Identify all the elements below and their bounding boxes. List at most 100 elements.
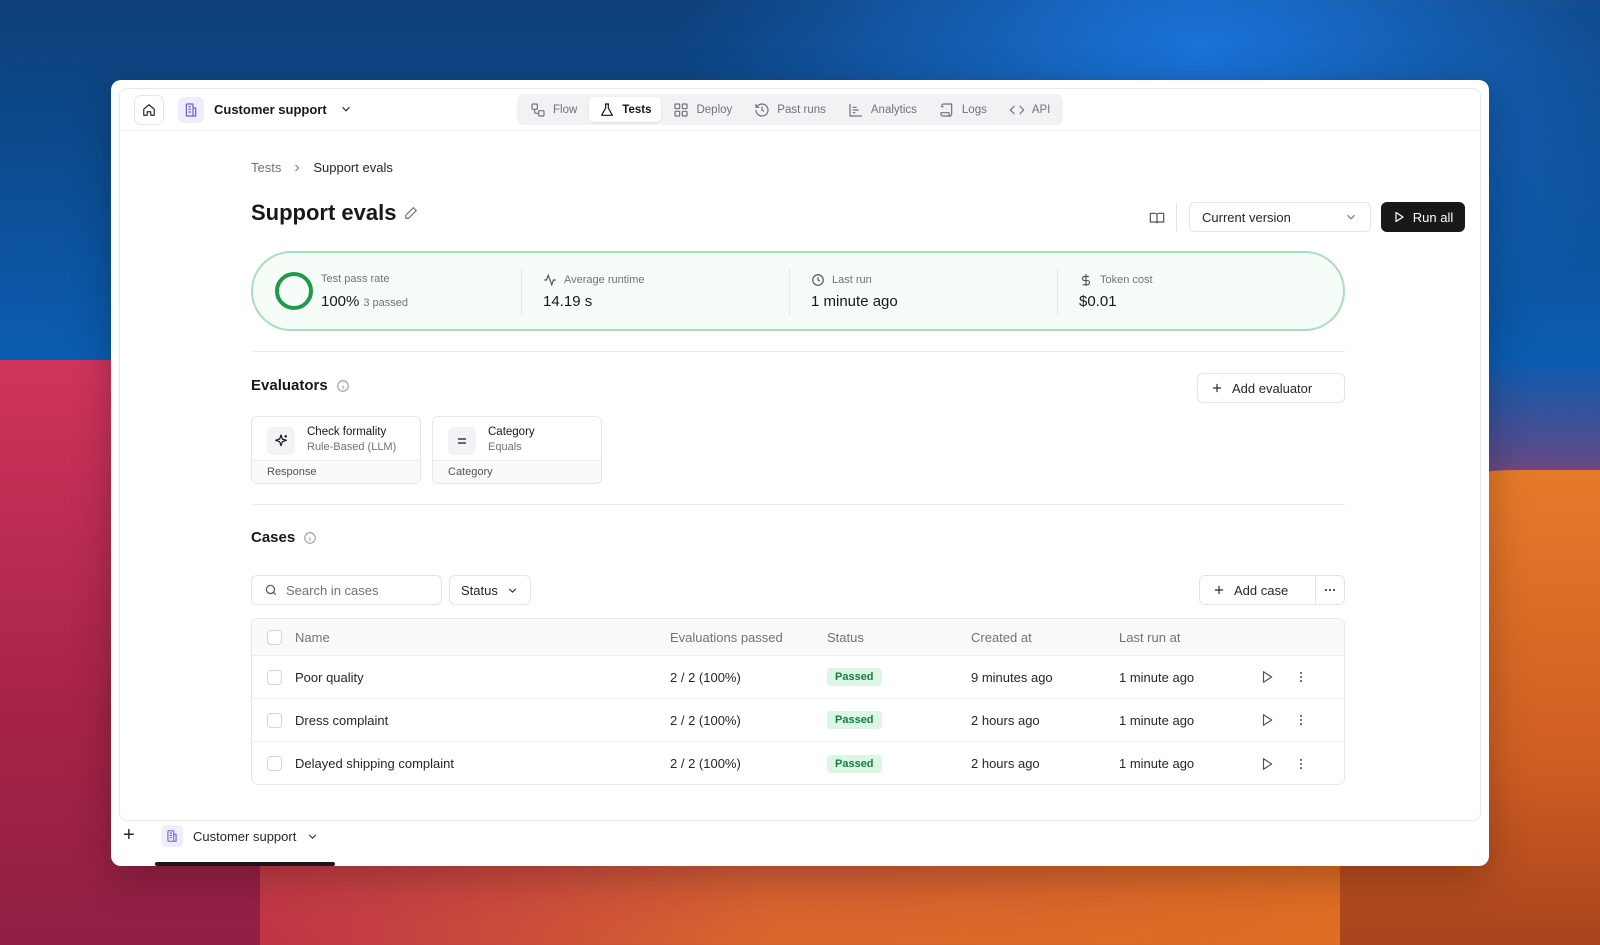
row-menu-button[interactable] xyxy=(1294,656,1308,698)
status-filter-label: Status xyxy=(461,582,498,598)
home-button[interactable] xyxy=(134,95,164,125)
main-nav: Flow Tests Deploy Past runs Analytics Lo… xyxy=(517,94,1064,125)
version-select-value: Current version xyxy=(1202,209,1291,225)
tab-analytics-label: Analytics xyxy=(870,103,917,116)
more-horizontal-icon xyxy=(1324,588,1336,592)
more-vertical-icon xyxy=(1299,671,1303,683)
add-case-button[interactable]: Add case xyxy=(1200,576,1316,604)
toolbar-divider xyxy=(1176,203,1177,231)
tab-deploy-label: Deploy xyxy=(696,103,733,116)
run-case-button[interactable] xyxy=(1260,656,1274,698)
chevron-down-icon xyxy=(309,833,317,839)
column-header-evaluations[interactable]: Evaluations passed xyxy=(670,619,783,655)
flask-icon xyxy=(601,102,614,116)
case-created: 9 minutes ago xyxy=(971,669,1053,685)
project-name[interactable]: Customer support xyxy=(214,102,327,117)
project-icon xyxy=(161,825,183,847)
more-vertical-icon xyxy=(1299,758,1303,769)
case-created: 2 hours ago xyxy=(971,712,1040,728)
stat-divider xyxy=(521,269,522,315)
run-case-button[interactable] xyxy=(1260,699,1274,741)
table-row[interactable]: Delayed shipping complaint 2 / 2 (100%) … xyxy=(252,742,1344,784)
scroll-icon xyxy=(940,102,953,117)
case-last-run: 1 minute ago xyxy=(1119,756,1195,771)
column-header-last-run[interactable]: Last run at xyxy=(1119,619,1180,655)
history-icon xyxy=(755,102,769,117)
select-all-checkbox[interactable] xyxy=(267,629,282,645)
tab-logs-label: Logs xyxy=(961,103,987,116)
section-divider xyxy=(251,351,1345,352)
column-header-status[interactable]: Status xyxy=(827,619,864,655)
more-options-button[interactable] xyxy=(1316,576,1344,604)
stat-pass-rate-value: 100% xyxy=(321,293,360,310)
chevron-down-icon xyxy=(508,587,517,593)
edit-pencil-icon[interactable] xyxy=(404,206,418,220)
project-icon xyxy=(178,97,204,123)
plus-icon xyxy=(1212,383,1222,393)
evaluator-name: Check formality xyxy=(307,426,387,438)
case-last-run: 1 minute ago xyxy=(1119,669,1195,685)
row-checkbox[interactable] xyxy=(267,669,282,685)
evaluator-card[interactable]: Check formality Rule-Based (LLM) Respons… xyxy=(251,416,421,484)
stat-pass-rate-sub: 3 passed xyxy=(363,297,409,309)
stat-divider xyxy=(789,269,790,315)
breadcrumb-tests-link[interactable]: Tests xyxy=(251,160,281,175)
version-select[interactable]: Current version xyxy=(1189,202,1371,232)
info-icon[interactable] xyxy=(303,531,317,545)
row-checkbox[interactable] xyxy=(267,756,282,771)
stat-last-run-label-wrap: Last run xyxy=(811,273,872,287)
stat-pass-rate-value-wrap: 100% 3 passed xyxy=(321,293,408,310)
row-select-cell xyxy=(267,656,282,698)
info-icon[interactable] xyxy=(336,379,350,393)
code-icon xyxy=(1009,105,1025,114)
tab-api-label: API xyxy=(1031,103,1051,116)
column-header-created[interactable]: Created at xyxy=(971,619,1032,655)
chevron-down-icon[interactable] xyxy=(339,102,353,116)
evaluator-card[interactable]: Category Equals Category xyxy=(432,416,602,484)
case-last-run: 1 minute ago xyxy=(1119,712,1195,728)
tab-api[interactable]: API xyxy=(999,97,1061,122)
tab-flow[interactable]: Flow xyxy=(520,97,587,122)
case-actions-group: Add case xyxy=(1199,575,1345,605)
add-evaluator-label: Add evaluator xyxy=(1232,380,1313,396)
evaluators-title: Evaluators xyxy=(251,377,328,394)
tab-tests-label: Tests xyxy=(622,103,652,116)
run-case-button[interactable] xyxy=(1260,742,1274,784)
case-name: Poor quality xyxy=(295,669,364,685)
pulse-icon xyxy=(544,273,556,287)
case-evaluations: 2 / 2 (100%) xyxy=(670,756,741,771)
run-all-button[interactable]: Run all xyxy=(1381,202,1465,232)
table-row[interactable]: Dress complaint 2 / 2 (100%) Passed 2 ho… xyxy=(252,699,1344,742)
stats-summary: Test pass rate 100% 3 passed Average runt… xyxy=(251,251,1345,331)
docs-button[interactable] xyxy=(1144,205,1170,231)
status-filter[interactable]: Status xyxy=(449,575,531,605)
row-checkbox[interactable] xyxy=(267,712,282,728)
add-evaluator-button[interactable]: Add evaluator xyxy=(1197,373,1345,403)
column-header-name[interactable]: Name xyxy=(295,619,330,655)
tab-deploy[interactable]: Deploy xyxy=(663,97,742,122)
new-tab-button[interactable]: + xyxy=(123,824,135,847)
tab-past-runs-label: Past runs xyxy=(777,103,826,116)
status-badge: Passed xyxy=(827,711,882,729)
grid-icon xyxy=(674,102,689,117)
stat-token-cost-value: $0.01 xyxy=(1079,293,1117,310)
tab-logs[interactable]: Logs xyxy=(929,97,997,122)
case-name: Delayed shipping complaint xyxy=(295,756,454,771)
play-icon xyxy=(1395,211,1404,223)
evaluator-name: Category xyxy=(488,426,535,438)
book-icon xyxy=(1149,212,1165,224)
search-icon xyxy=(265,584,277,596)
breadcrumb-current: Support evals xyxy=(313,160,393,175)
tab-past-runs[interactable]: Past runs xyxy=(744,97,836,122)
row-menu-button[interactable] xyxy=(1294,742,1308,784)
table-row[interactable]: Poor quality 2 / 2 (100%) Passed 9 minut… xyxy=(252,656,1344,699)
evaluator-field: Category xyxy=(433,460,601,483)
tab-tests[interactable]: Tests xyxy=(589,97,662,122)
tab-analytics[interactable]: Analytics xyxy=(838,97,927,122)
row-menu-button[interactable] xyxy=(1294,699,1308,741)
more-vertical-icon xyxy=(1299,714,1303,726)
search-input[interactable]: Search in cases xyxy=(251,575,442,605)
case-name: Dress complaint xyxy=(295,712,389,728)
section-divider xyxy=(251,504,1345,505)
project-tab[interactable]: Customer support xyxy=(161,818,319,854)
